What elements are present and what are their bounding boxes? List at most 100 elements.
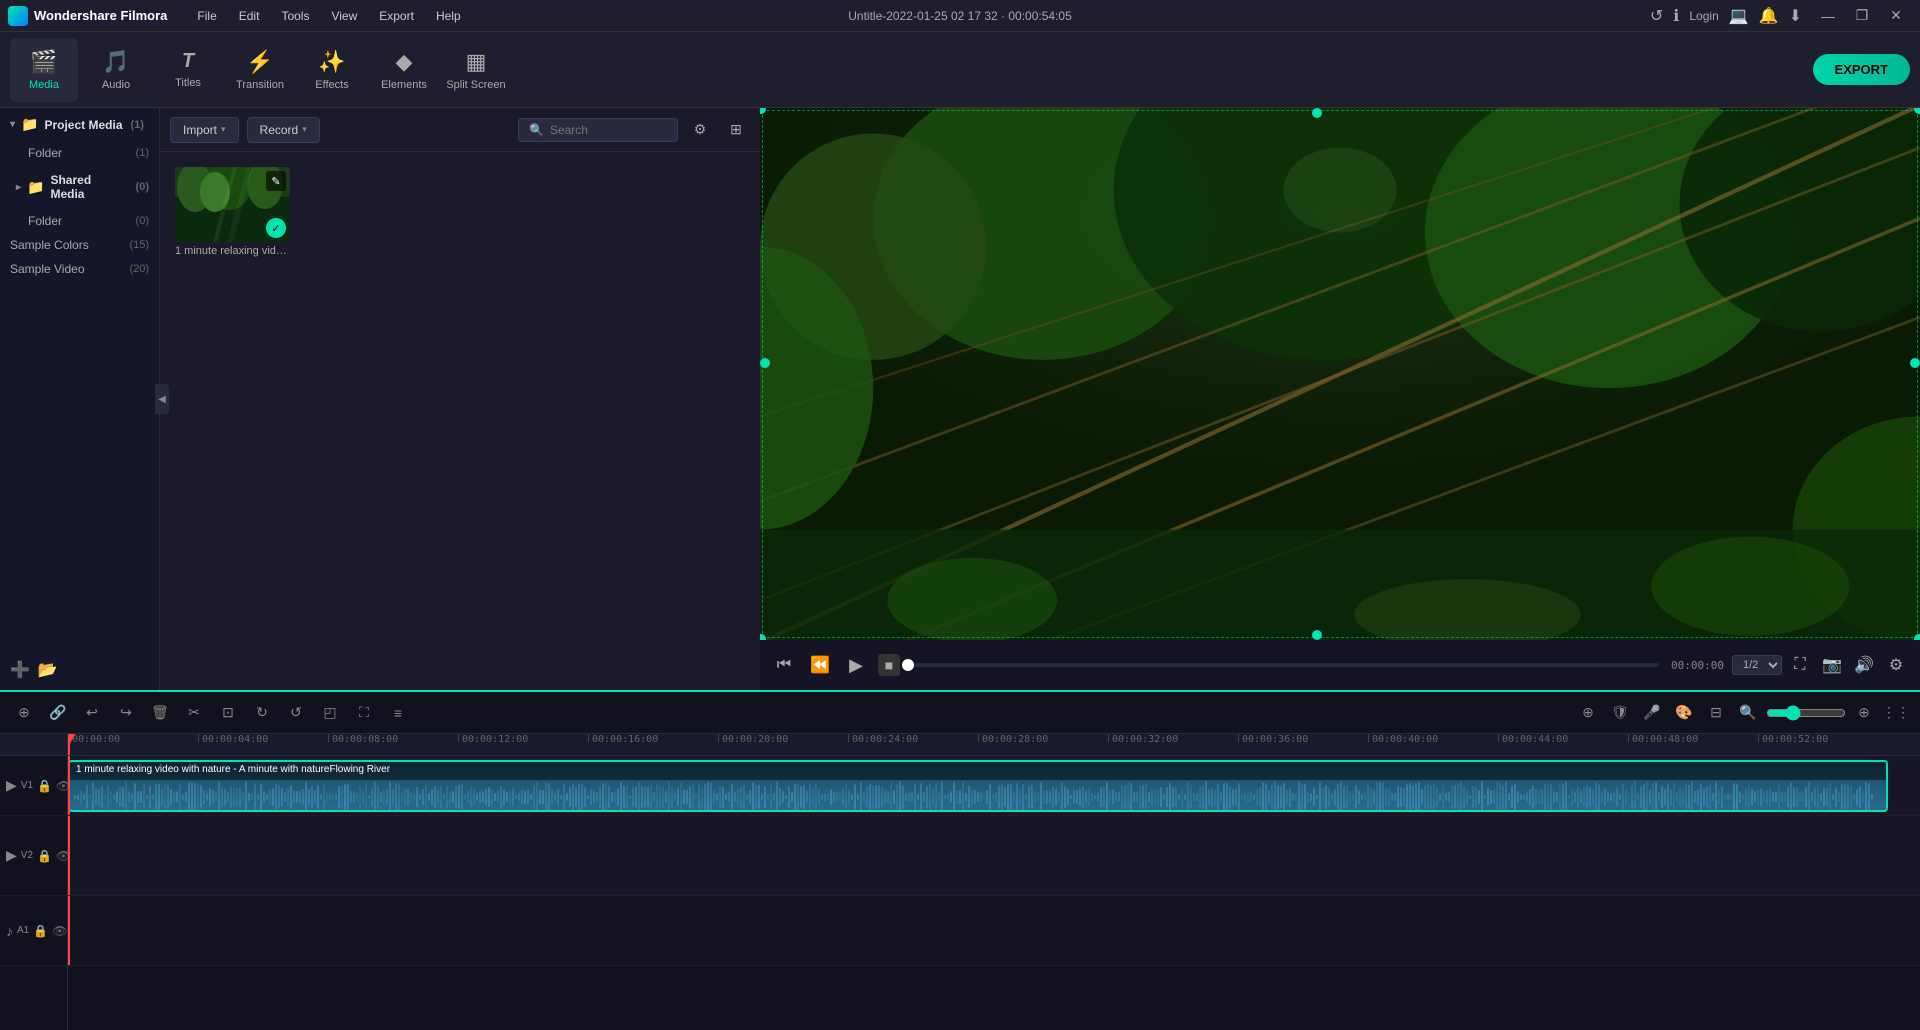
- restore-icon[interactable]: ↺: [1650, 6, 1663, 26]
- mic-button[interactable]: 🎤: [1638, 699, 1666, 727]
- eye-icon-a1[interactable]: 👁: [52, 924, 67, 938]
- menu-edit[interactable]: Edit: [229, 5, 270, 27]
- toolbar-effects-button[interactable]: ✨ Effects: [298, 38, 366, 102]
- handle-bottom[interactable]: [1312, 630, 1322, 640]
- timeline-left-icons: ⊕ 🔗 ↩ ↪ 🗑 ✂ ⊡ ↻ ↺ ◰ ⛶ ≡: [10, 699, 412, 727]
- screenshot-button[interactable]: 📷: [1818, 651, 1846, 679]
- menu-file[interactable]: File: [187, 5, 226, 27]
- crop-button[interactable]: ⊡: [214, 699, 242, 727]
- title-icons: ↺ ℹ Login 💻 🔔 ⬇: [1650, 6, 1802, 26]
- step-back-button[interactable]: ⏪: [806, 651, 834, 679]
- split-screen-icon: ▦: [466, 49, 487, 75]
- filter-button[interactable]: ⚙: [686, 116, 714, 144]
- track-label-a1: ♪ A1 🔒 👁: [0, 896, 67, 966]
- toolbar-media-button[interactable]: 🎬 Media: [10, 38, 78, 102]
- fullscreen-button[interactable]: ⛶: [350, 699, 378, 727]
- menu-export[interactable]: Export: [369, 5, 424, 27]
- add-media-icon[interactable]: ➕: [10, 660, 30, 680]
- lock-icon-v2[interactable]: 🔒: [37, 849, 52, 863]
- lock-icon-a1[interactable]: 🔒: [33, 924, 48, 938]
- menu-view[interactable]: View: [321, 5, 367, 27]
- toolbar-titles-button[interactable]: T Titles: [154, 38, 222, 102]
- timeline-settings-button[interactable]: ⋮⋮: [1882, 699, 1910, 727]
- delete-button[interactable]: 🗑: [146, 699, 174, 727]
- toolbar-elements-button[interactable]: ◆ Elements: [370, 38, 438, 102]
- info-icon[interactable]: ℹ: [1673, 6, 1679, 26]
- zoom-fit-button[interactable]: ⊟: [1702, 699, 1730, 727]
- bell-icon[interactable]: 🔔: [1759, 6, 1779, 26]
- project-media-section[interactable]: ▾ 📁 Project Media (1): [0, 108, 159, 141]
- progress-thumb[interactable]: [902, 659, 914, 671]
- account-label[interactable]: Login: [1689, 9, 1718, 23]
- track-height-button[interactable]: ≡: [384, 699, 412, 727]
- handle-right[interactable]: [1910, 358, 1920, 368]
- media-thumb-1[interactable]: ✎ ✓ 1 minute relaxing video ...: [175, 167, 290, 257]
- play-button[interactable]: ▶: [842, 651, 870, 679]
- handle-bottom-right[interactable]: [1914, 634, 1920, 640]
- shield-icon-button[interactable]: 🛡: [1606, 699, 1634, 727]
- link-button[interactable]: 🔗: [44, 699, 72, 727]
- collapse-panel-arrow[interactable]: ◀: [155, 384, 169, 414]
- computer-icon[interactable]: 💻: [1729, 6, 1749, 26]
- video-clip-1[interactable]: 1 minute relaxing video with nature - A …: [68, 760, 1888, 812]
- import-button[interactable]: Import ▾: [170, 117, 239, 143]
- undo-button[interactable]: ↩: [78, 699, 106, 727]
- zoom-in-button[interactable]: 🔍: [1734, 699, 1762, 727]
- ruler-mark-0: 00:00:00: [68, 734, 120, 745]
- toolbar-transition-button[interactable]: ⚡ Transition: [226, 38, 294, 102]
- project-title: Untitle-2022-01-25 02 17 32 · 00:00:54:0…: [848, 9, 1072, 23]
- ruler-mark-4: 00:00:16:00: [588, 734, 658, 745]
- quality-select[interactable]: 1/2 1/1 1/4: [1732, 655, 1782, 675]
- timeline-playhead[interactable]: [68, 734, 70, 755]
- sample-colors-item[interactable]: Sample Colors (15): [0, 233, 159, 257]
- import-label: Import: [183, 123, 217, 137]
- folder-2-count: (0): [136, 215, 149, 227]
- redo-button[interactable]: ↪: [112, 699, 140, 727]
- minimize-button[interactable]: —: [1812, 5, 1844, 27]
- folder-item-2[interactable]: Folder (0): [0, 209, 159, 233]
- title-bar: Wondershare Filmora File Edit Tools View…: [0, 0, 1920, 32]
- handle-left[interactable]: [760, 358, 770, 368]
- volume-button[interactable]: 🔊: [1850, 651, 1878, 679]
- record-button[interactable]: Record ▾: [247, 117, 320, 143]
- new-folder-icon[interactable]: 📂: [38, 660, 58, 680]
- zoom-slider[interactable]: [1766, 705, 1846, 721]
- zoom-out-button[interactable]: ⊕: [1850, 699, 1878, 727]
- rewind-to-start-button[interactable]: ⏮: [770, 651, 798, 679]
- sample-colors-label: Sample Colors: [10, 238, 89, 252]
- toolbar-audio-button[interactable]: 🎵 Audio: [82, 38, 150, 102]
- download-icon[interactable]: ⬇: [1789, 6, 1802, 26]
- add-media-timeline-button[interactable]: ⊕: [10, 699, 38, 727]
- progress-bar[interactable]: [908, 663, 1659, 667]
- maximize-button[interactable]: ❐: [1846, 5, 1878, 27]
- titles-icon: T: [182, 50, 194, 73]
- thumb-label-1: 1 minute relaxing video ...: [175, 245, 290, 257]
- shared-media-section[interactable]: ▸ 📁 Shared Media (0): [0, 165, 159, 209]
- stop-button[interactable]: ■: [878, 654, 900, 676]
- rotate-cw-button[interactable]: ↻: [248, 699, 276, 727]
- pip-button[interactable]: ◰: [316, 699, 344, 727]
- fit-screen-button[interactable]: ⛶: [1786, 651, 1814, 679]
- thumb-image-1: ✎ ✓: [175, 167, 290, 242]
- cut-button[interactable]: ✂: [180, 699, 208, 727]
- search-box[interactable]: 🔍: [518, 118, 678, 142]
- shared-folder-icon: 📁: [27, 179, 44, 196]
- media-content: ✎ ✓ 1 minute relaxing video ...: [160, 152, 760, 690]
- close-button[interactable]: ✕: [1880, 5, 1912, 27]
- folder-item-1[interactable]: Folder (1): [0, 141, 159, 165]
- ruler-mark-2: 00:00:08:00: [328, 734, 398, 745]
- settings-button[interactable]: ⚙: [1882, 651, 1910, 679]
- handle-top[interactable]: [1312, 108, 1322, 118]
- sample-video-item[interactable]: Sample Video (20): [0, 257, 159, 281]
- view-toggle-button[interactable]: ⊞: [722, 116, 750, 144]
- menu-tools[interactable]: Tools: [271, 5, 319, 27]
- add-track-button[interactable]: ⊕: [1574, 699, 1602, 727]
- ruler-mark-1: 00:00:04:00: [198, 734, 268, 745]
- search-input[interactable]: [550, 123, 667, 137]
- export-button[interactable]: EXPORT: [1813, 54, 1910, 85]
- lock-icon-v1[interactable]: 🔒: [37, 779, 52, 793]
- menu-help[interactable]: Help: [426, 5, 471, 27]
- toolbar-split-screen-button[interactable]: ▦ Split Screen: [442, 38, 510, 102]
- rotate-ccw-button[interactable]: ↺: [282, 699, 310, 727]
- color-grade-button[interactable]: 🎨: [1670, 699, 1698, 727]
